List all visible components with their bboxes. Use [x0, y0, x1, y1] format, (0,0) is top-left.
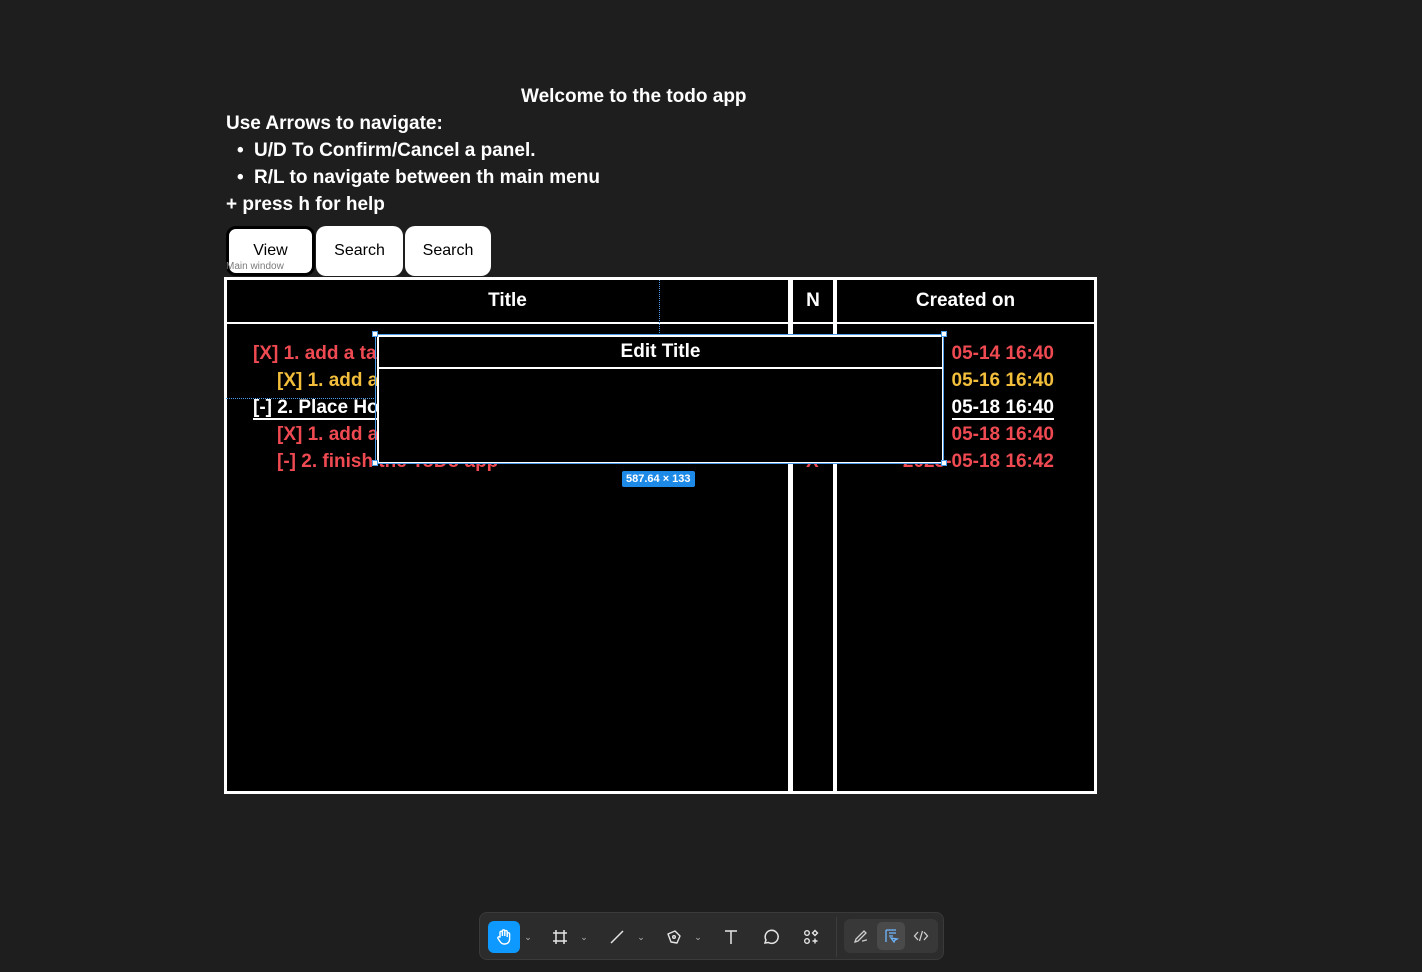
frame-icon [553, 930, 567, 944]
help-hint: + press h for help [226, 194, 385, 215]
tab-label: Search [334, 242, 385, 259]
chevron-down-icon[interactable]: ⌄ [578, 921, 590, 953]
chevron-down-icon[interactable]: ⌄ [692, 921, 704, 953]
dev-mode-button[interactable] [907, 922, 935, 950]
mode-switcher [844, 919, 938, 953]
hand-icon [497, 929, 511, 945]
tab-search-2[interactable]: Search [405, 226, 491, 276]
resize-handle-top-right[interactable] [941, 331, 947, 337]
line-tool-button[interactable] [601, 921, 633, 953]
resize-handle-bottom-right[interactable] [941, 460, 947, 466]
text-tool-button[interactable] [715, 921, 747, 953]
frame-label: Main window [226, 261, 284, 272]
vertical-guide [659, 280, 660, 335]
edit-title-dialog[interactable]: Edit Title [377, 335, 944, 464]
design-mode-button[interactable] [877, 922, 905, 950]
table-row-created: 05-18 16:40 [951, 424, 1054, 445]
app-welcome-title: Welcome to the todo app [521, 86, 747, 107]
navigation-heading: Use Arrows to navigate: [226, 113, 443, 134]
chevron-down-icon[interactable]: ⌄ [522, 921, 534, 953]
help-list: U/D To Confirm/Cancel a panel. R/L to na… [237, 140, 600, 194]
table-row-created: 05-14 16:40 [951, 343, 1054, 364]
table-row-title[interactable]: [X] 1. add a [277, 421, 378, 448]
dialog-title: Edit Title [379, 337, 942, 369]
column-header-title: Title [227, 280, 788, 324]
design-icon [885, 929, 899, 944]
resize-handle-bottom-left[interactable] [372, 460, 378, 466]
code-icon [913, 930, 929, 942]
resize-handle-top-left[interactable] [372, 331, 378, 337]
table-row-title[interactable]: [X] 1. add a [277, 367, 378, 394]
chevron-down-icon[interactable]: ⌄ [635, 921, 647, 953]
actions-icon [804, 929, 819, 944]
comment-icon [763, 929, 779, 945]
table-row-title-text: [-] 2. Place Ho [253, 397, 379, 420]
hand-tool-button[interactable] [488, 921, 520, 953]
toolbar-divider [836, 917, 837, 957]
column-header-created: Created on [837, 280, 1094, 324]
draw-icon [853, 930, 868, 944]
edit-title-input[interactable] [379, 369, 942, 464]
tab-label: Search [422, 242, 474, 259]
table-row-created-selected: 05-18 16:40 [951, 394, 1054, 421]
table-row-created: 05-16 16:40 [951, 370, 1054, 391]
table-row-created-text: 05-18 16:40 [951, 397, 1054, 420]
dimension-badge: 587.64 × 133 [622, 471, 695, 487]
text-icon [725, 930, 737, 944]
line-icon [610, 930, 624, 944]
pen-tool-button[interactable] [658, 921, 690, 953]
help-item: R/L to navigate between th main menu [237, 167, 600, 194]
draw-mode-button[interactable] [847, 922, 875, 950]
design-toolbar: ⌄ ⌄ ⌄ ⌄ [479, 912, 944, 960]
column-header-n: N [793, 280, 833, 324]
comment-tool-button[interactable] [755, 921, 787, 953]
tab-label: View [253, 242, 288, 259]
actions-tool-button[interactable] [795, 921, 827, 953]
table-row-title[interactable]: [X] 1. add a ta [253, 340, 377, 367]
tab-search[interactable]: Search [316, 226, 403, 276]
help-item: U/D To Confirm/Cancel a panel. [237, 140, 600, 167]
frame-tool-button[interactable] [544, 921, 576, 953]
pen-icon [667, 930, 681, 944]
horizontal-guide [226, 398, 376, 399]
